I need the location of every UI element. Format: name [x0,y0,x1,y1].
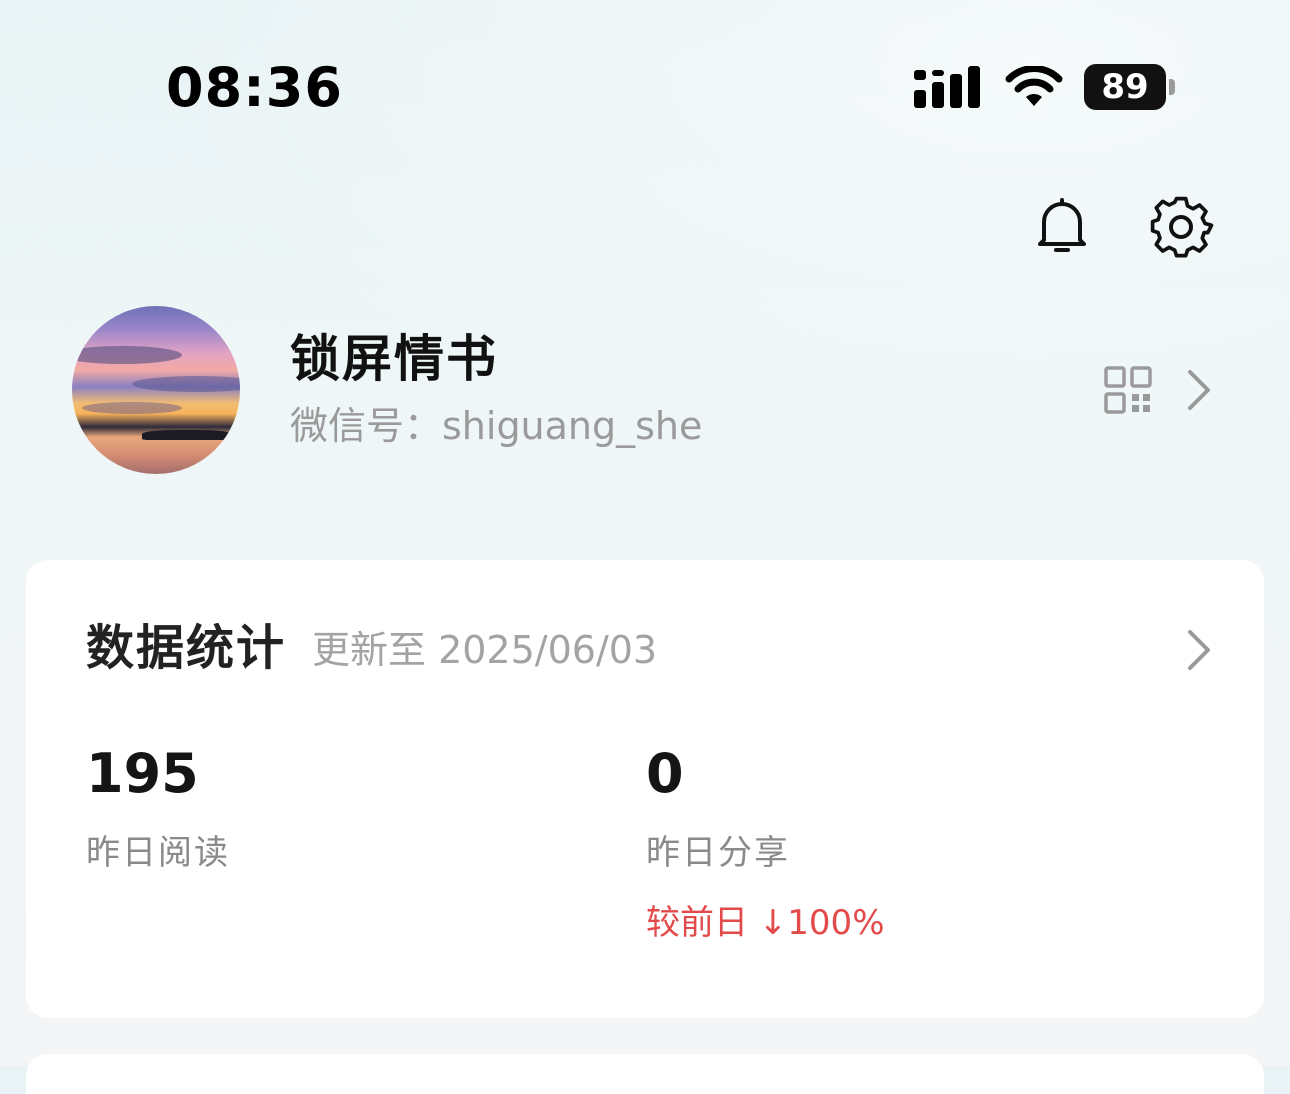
battery-indicator: 89 [1084,64,1166,110]
avatar-cloud [132,376,240,392]
profile-name[interactable]: 锁屏情书 [290,330,498,388]
stats-title: 数据统计 [86,620,287,676]
gear-icon[interactable] [1148,194,1214,260]
avatar-cloud [72,346,182,364]
next-card [26,1054,1264,1094]
avatar-island [142,430,232,440]
battery-cap [1169,79,1175,95]
stats-updated-date: 更新至 2025/06/03 [312,628,658,672]
avatar[interactable] [72,306,240,474]
avatar-cloud [82,402,182,414]
bell-icon[interactable] [1030,194,1094,258]
chevron-right-icon[interactable] [1186,368,1214,412]
battery-level: 89 [1101,67,1149,107]
stat-value-reads: 195 [86,742,199,805]
wifi-icon [1005,66,1063,106]
status-time: 08:36 [166,56,343,119]
wechat-id: 微信号：shiguang_she [290,404,703,448]
stat-label-shares: 昨日分享 [646,833,790,873]
stat-label-reads: 昨日阅读 [86,833,230,873]
signal-bars-icon [914,66,980,108]
stat-change-shares: 较前日 ↓100% [646,903,885,943]
qr-code-icon[interactable] [1104,366,1152,414]
stat-value-shares: 0 [646,742,684,805]
chevron-right-icon[interactable] [1186,628,1214,672]
